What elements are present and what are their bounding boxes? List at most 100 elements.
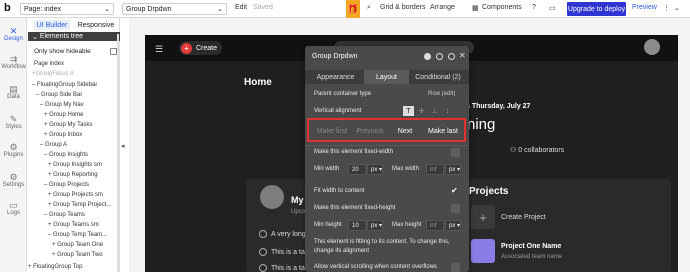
tree-item[interactable]: – Group Projects [44, 182, 89, 188]
max-width-input[interactable]: inf [426, 164, 444, 175]
tree-item[interactable]: + Group Insights sm [48, 162, 102, 168]
more-icon[interactable]: ⋮ [663, 4, 670, 12]
unit-label: px [371, 166, 378, 173]
rail-workflow[interactable]: ⇉ Workflow [0, 50, 27, 74]
search-icon[interactable]: ⌕ [367, 4, 371, 12]
element-dropdown[interactable]: Group Drpdwn ⌄ [122, 3, 227, 15]
max-height-input[interactable]: inf [426, 220, 444, 231]
next-button[interactable]: Next [389, 124, 421, 138]
previous-button[interactable]: Previous [353, 124, 387, 138]
play-icon[interactable] [424, 53, 431, 60]
tree-item[interactable]: – Group Teams [44, 212, 85, 218]
tab-conditional[interactable]: Conditional (2) [409, 70, 467, 84]
saved-status: Saved [253, 4, 273, 11]
rail-plugins[interactable]: ⚙ Plugins [0, 138, 27, 162]
tree-item[interactable]: – Group My Nav [40, 102, 84, 108]
create-project-label[interactable]: Create Project [501, 214, 546, 221]
project-thumbnail[interactable] [471, 239, 495, 263]
list-item[interactable]: This is a tas [259, 248, 308, 256]
align-stretch-icon[interactable]: ↕ [442, 106, 453, 116]
rail-design[interactable]: ✕ Design [0, 22, 27, 46]
tree-item[interactable]: + Group Inbox [44, 132, 82, 138]
page-dropdown[interactable]: Page: index ⌄ [20, 3, 114, 15]
create-button[interactable]: + Create [179, 41, 222, 55]
tab-appearance[interactable]: Appearance [307, 70, 364, 84]
tree-item[interactable]: – FloatingGroup Sidebar [32, 82, 97, 88]
make-first-button[interactable]: Make first [312, 124, 352, 138]
tree-item[interactable]: + Group Projects sm [48, 192, 103, 198]
rail-styles[interactable]: ✎ Styles [0, 110, 27, 134]
max-width-unit-select[interactable]: px ▾ [445, 164, 461, 175]
fixed-height-checkbox[interactable] [451, 204, 460, 213]
tab-responsive[interactable]: Responsive [76, 20, 116, 30]
chevron-down-icon: ⌄ [32, 33, 40, 41]
tab-ui-builder[interactable]: UI Builder [34, 20, 70, 30]
max-height-unit-select[interactable]: px ▾ [445, 220, 461, 231]
list-item[interactable]: A very long [259, 230, 306, 238]
gift-button[interactable]: 🎁 [346, 0, 360, 18]
chevron-down-icon[interactable]: ⌄ [674, 4, 680, 12]
only-hideable-toggle[interactable]: Only show hideable [34, 47, 106, 56]
avatar[interactable] [644, 39, 660, 55]
grid-borders-menu[interactable]: Grid & borders [380, 4, 426, 11]
vertical-alignment-label: Vertical alignment [314, 108, 362, 114]
tree-item[interactable]: + Group My Tasks [44, 122, 92, 128]
tree-scrollbar[interactable] [117, 34, 119, 272]
comment-icon[interactable] [448, 53, 455, 60]
allow-scroll-label: Allow vertical scrolling when content ov… [314, 264, 438, 270]
upgrade-button[interactable]: Upgrade to deploy [567, 2, 626, 16]
edit-menu[interactable]: Edit [235, 4, 247, 11]
elements-tree-header[interactable]: ⌄ Elements tree [28, 32, 120, 41]
components-menu[interactable]: Components [482, 4, 522, 11]
rail-logs[interactable]: ▭ Logs [0, 196, 27, 220]
tree-item[interactable]: + FloatingGroup Top [28, 264, 82, 270]
info-icon[interactable] [436, 53, 443, 60]
close-icon[interactable]: ✕ [459, 51, 466, 60]
tree-item-label: Group Side Bar [41, 92, 83, 98]
only-hideable-checkbox[interactable] [110, 48, 117, 55]
project-name[interactable]: Project One Name [501, 243, 561, 250]
tree-item[interactable]: + Group Team One [52, 242, 103, 248]
tree-item[interactable]: + Group Reporting [48, 172, 98, 178]
min-height-label: Min height [314, 222, 342, 228]
tree-item[interactable]: + Group Teams sm [48, 222, 99, 228]
tree-item[interactable]: – Group Temp Team... [48, 232, 107, 238]
rail-data[interactable]: ▤ Data [0, 80, 27, 104]
notifications-icon[interactable]: ▭ [549, 4, 556, 12]
align-top-icon[interactable]: T [403, 106, 414, 116]
collapse-panel-icon[interactable]: ◂ [121, 142, 125, 150]
arrange-menu[interactable]: Arrange [430, 4, 455, 11]
tree-item[interactable]: – Group Insights [44, 152, 88, 158]
list-item[interactable]: This is a tas [259, 264, 308, 272]
menu-icon[interactable]: ☰ [155, 44, 163, 55]
tree-item[interactable]: + Group Team Two [52, 252, 103, 258]
fixed-height-label: Make this element fixed-height [314, 205, 396, 211]
tree-item[interactable]: – Group A [40, 142, 67, 148]
tree-item[interactable]: + Group Temp Project... [48, 202, 111, 208]
allow-scroll-checkbox[interactable] [451, 263, 460, 272]
tree-item[interactable]: – Group Side Bar [36, 92, 82, 98]
create-project-button[interactable]: + [471, 205, 495, 229]
align-bottom-icon[interactable]: ⊥ [429, 106, 440, 116]
align-middle-icon[interactable]: ✛ [416, 106, 427, 116]
make-last-button[interactable]: Make last [423, 124, 463, 138]
fit-width-checkbox[interactable]: ✔ [451, 186, 460, 195]
tree-item-label: Group Temp Project... [53, 202, 112, 208]
row-edit-link[interactable]: Row (edit) [428, 91, 455, 97]
fixed-width-checkbox[interactable] [451, 148, 460, 157]
min-width-input[interactable]: 20 [348, 164, 366, 175]
min-height-input[interactable]: 10 [348, 220, 366, 231]
min-height-unit-select[interactable]: px ▾ [367, 220, 383, 231]
help-icon[interactable]: ? [532, 4, 536, 11]
tree-item[interactable]: +GroupFocus A [32, 71, 74, 77]
tab-layout[interactable]: Layout [364, 70, 409, 84]
check-circle-icon[interactable] [259, 264, 267, 272]
check-circle-icon[interactable] [259, 248, 267, 256]
check-circle-icon[interactable] [259, 230, 267, 238]
tree-item-label: Group Insights sm [53, 162, 102, 168]
preview-button[interactable]: Preview [632, 4, 657, 11]
rail-settings[interactable]: ⚙ Settings [0, 168, 27, 192]
tree-item[interactable]: + Group Home [44, 112, 84, 118]
tree-item[interactable]: Page index [34, 61, 64, 67]
min-width-unit-select[interactable]: px ▾ [367, 164, 383, 175]
